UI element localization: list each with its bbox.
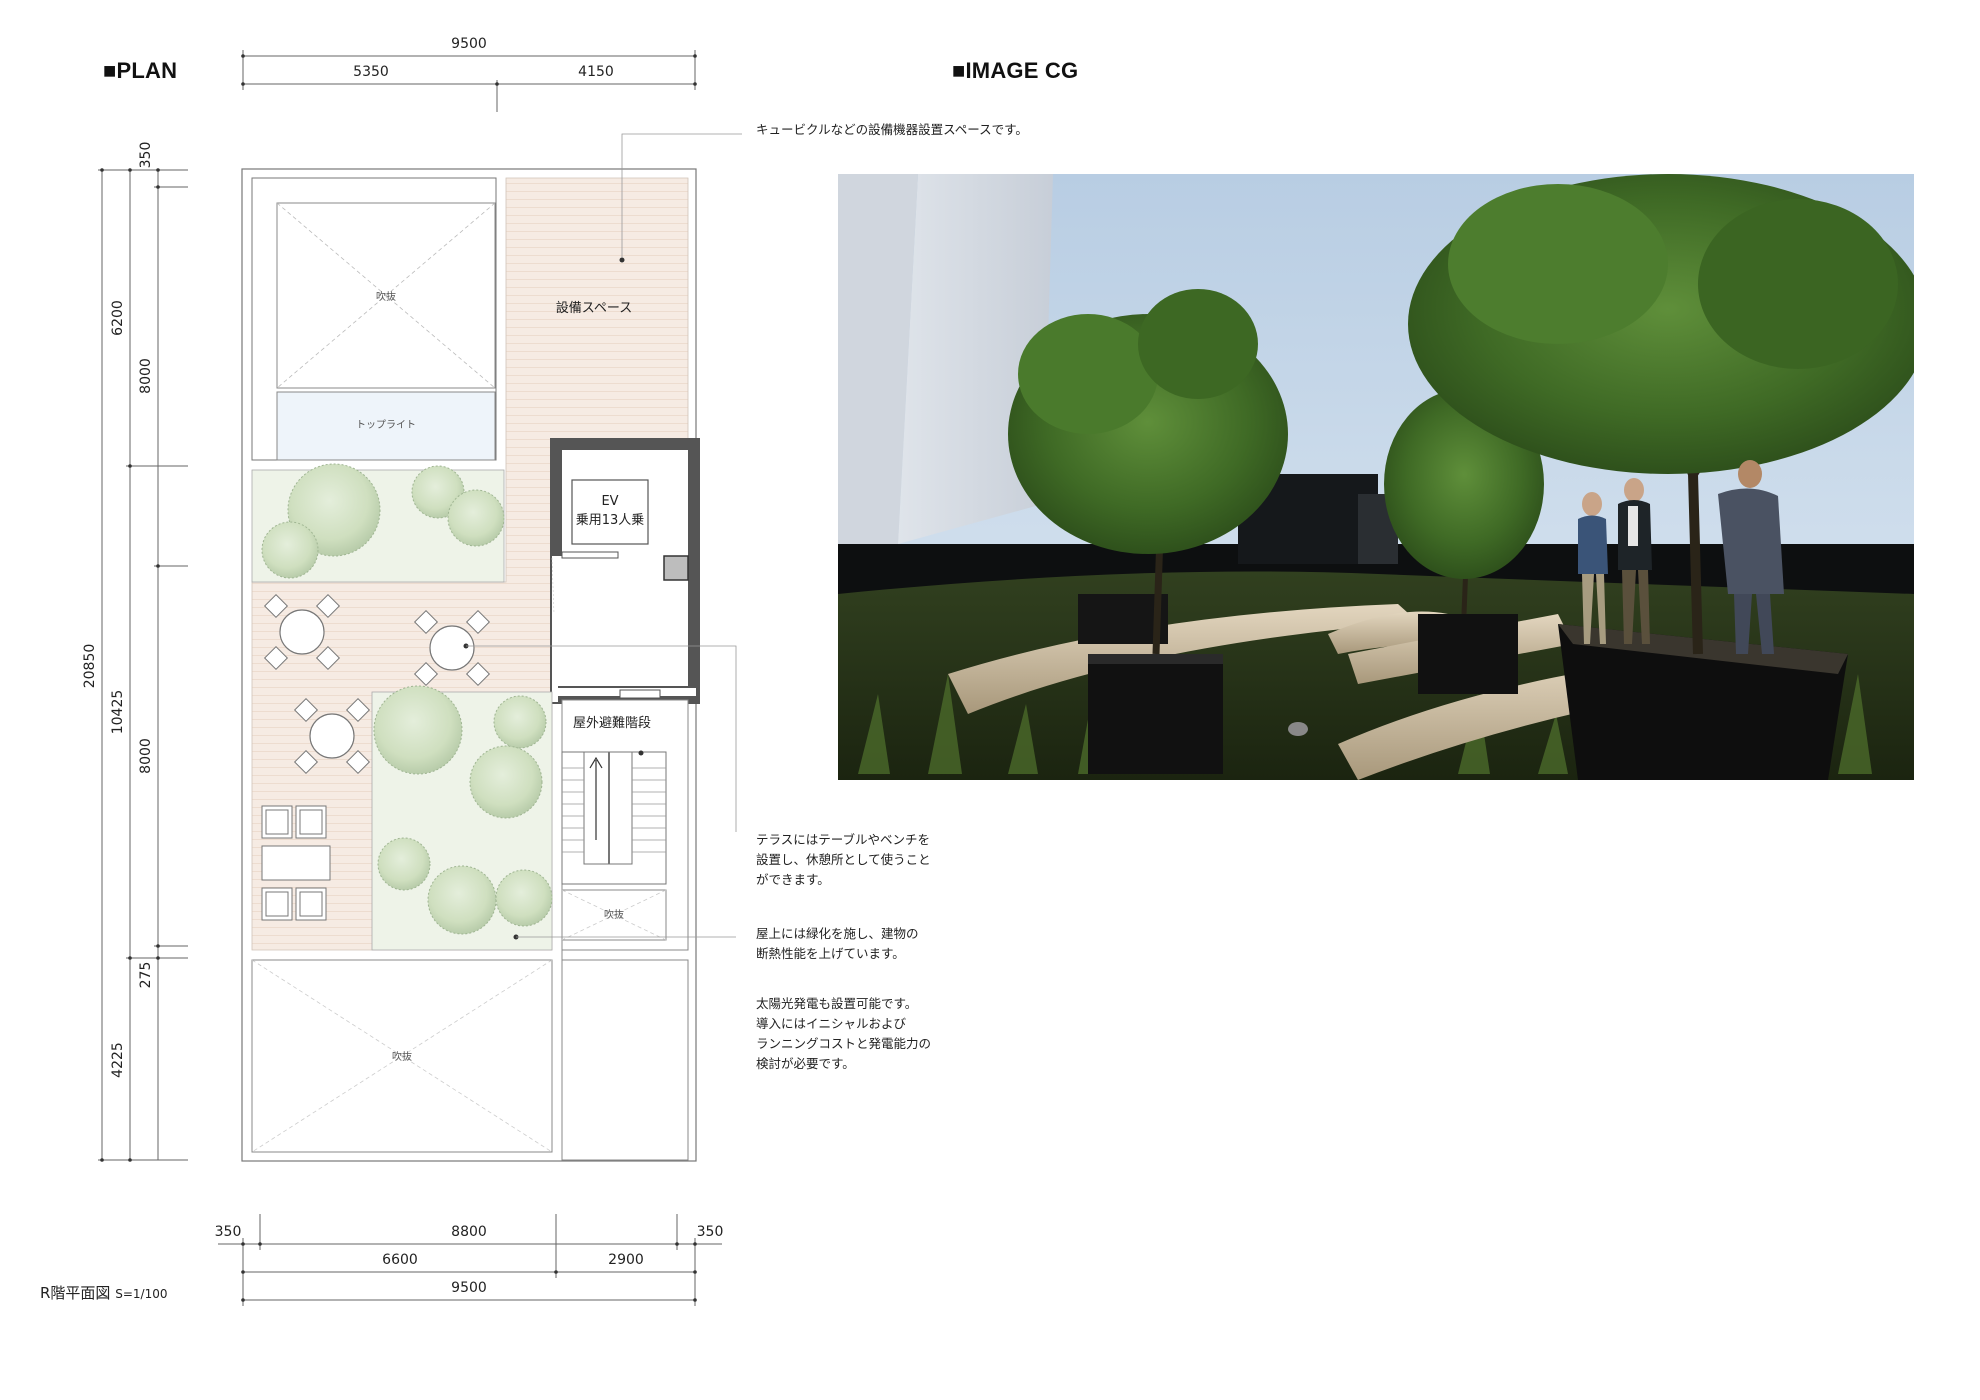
dim-left-8000-upper: 8000 — [138, 358, 154, 394]
dim-top-right: 4150 — [578, 64, 614, 80]
note-greening: 屋上には緑化を施し、建物の 断熱性能を上げています。 — [756, 926, 919, 961]
dim-left-8000-lower: 8000 — [138, 738, 154, 774]
tree — [427, 865, 497, 935]
dim-bottom-350-right: 350 — [697, 1224, 724, 1240]
dim-bottom-total: 9500 — [451, 1280, 487, 1296]
tree — [495, 869, 553, 927]
dim-left-350: 350 — [138, 142, 154, 169]
label-void-bottom: 吹抜 — [392, 1050, 412, 1063]
tree — [447, 489, 505, 547]
dim-bottom-8800: 8800 — [451, 1224, 487, 1240]
top-dimension-lines — [242, 50, 696, 112]
plan-caption-scale: S=1/100 — [115, 1287, 168, 1301]
dim-left-10425: 10425 — [110, 690, 126, 735]
plan-caption-title: R階平面図 — [40, 1284, 111, 1302]
dim-top-left: 5350 — [353, 64, 389, 80]
dim-left-275: 275 — [138, 962, 154, 989]
tree — [377, 837, 431, 891]
note-equipment: キュービクルなどの設備機器設置スペースです。 — [756, 122, 1028, 137]
label-ev: EV — [601, 494, 618, 509]
note-terrace: テラスにはテーブルやベンチを 設置し、休憩所として使うこと ができます。 — [756, 832, 931, 887]
tree — [493, 695, 547, 749]
bench-set — [261, 805, 331, 921]
note-solar: 太陽光発電も設置可能です。 導入にはイニシャルおよび ランニングコストと発電能力… — [756, 996, 932, 1071]
dim-left-6200: 6200 — [110, 300, 126, 336]
tree — [469, 745, 543, 819]
dim-left-4225: 4225 — [110, 1042, 126, 1078]
label-void-top: 吹抜 — [376, 290, 396, 303]
tree — [261, 521, 319, 579]
tree — [373, 685, 463, 775]
label-stairs: 屋外避難階段 — [573, 716, 651, 731]
label-equipment-space: 設備スペース — [556, 300, 632, 316]
dim-left-total: 20850 — [82, 644, 98, 689]
rooftop-render-image — [838, 174, 1914, 780]
label-void-small: 吹抜 — [604, 908, 624, 921]
dim-bottom-2900: 2900 — [608, 1252, 644, 1268]
dim-bottom-350-left: 350 — [215, 1224, 242, 1240]
label-ev-capacity: 乗用13人乗 — [576, 513, 645, 528]
dim-top-total: 9500 — [451, 36, 487, 52]
plan-caption: R階平面図 S=1/100 — [40, 1282, 167, 1303]
ev-car — [571, 479, 649, 545]
dim-bottom-6600: 6600 — [382, 1252, 418, 1268]
label-toplight: トップライト — [356, 419, 416, 431]
